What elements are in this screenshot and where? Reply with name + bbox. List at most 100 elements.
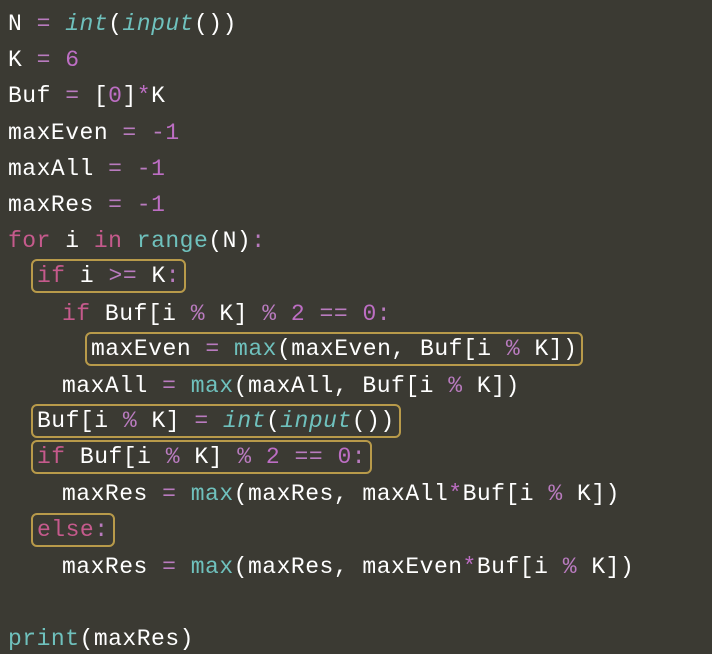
token <box>51 47 65 73</box>
highlight-box: maxEven = max(maxEven, Buf[i % K]) <box>85 332 583 366</box>
token: Buf <box>8 83 65 109</box>
code-line: maxRes = max(maxRes, maxAll*Buf[i % K]) <box>8 476 704 512</box>
token: [ <box>463 336 477 362</box>
token: , <box>334 481 348 507</box>
token: i <box>477 336 506 362</box>
token: % <box>123 408 137 434</box>
token: , <box>334 554 348 580</box>
token: input <box>280 408 352 434</box>
token: maxEven <box>8 120 122 146</box>
token: ( <box>352 408 366 434</box>
token: input <box>122 11 194 37</box>
token: : <box>377 301 391 327</box>
token <box>176 373 190 399</box>
token: - <box>151 120 165 146</box>
token: 2 <box>266 444 280 470</box>
token: if <box>62 301 91 327</box>
token: ( <box>108 11 122 37</box>
token: maxAll <box>8 156 108 182</box>
token: ) <box>620 554 634 580</box>
token: ) <box>366 408 380 434</box>
code-line: Buf = [0]*K <box>8 78 704 114</box>
token <box>209 408 223 434</box>
token: maxEven <box>291 336 391 362</box>
token: * <box>448 481 462 507</box>
token: ) <box>506 373 520 399</box>
token: ) <box>208 11 222 37</box>
token: ( <box>277 336 291 362</box>
token <box>248 301 262 327</box>
code-editor[interactable]: N = int(input()) K = 6 Buf = [0]*K maxEv… <box>0 0 712 654</box>
token: maxEven <box>348 554 462 580</box>
token: in <box>94 228 123 254</box>
token: * <box>463 554 477 580</box>
token <box>220 336 234 362</box>
token: K <box>205 301 234 327</box>
token: ( <box>234 554 248 580</box>
token: ( <box>266 408 280 434</box>
token: 1 <box>151 156 165 182</box>
token: max <box>191 373 234 399</box>
token: maxRes <box>8 192 108 218</box>
token <box>51 11 65 37</box>
code-line: maxRes = max(maxRes, maxEven*Buf[i % K]) <box>8 549 704 585</box>
token: maxRes <box>62 481 162 507</box>
highlight-box: if Buf[i % K] % 2 == 0: <box>31 440 372 474</box>
token: if <box>37 444 66 470</box>
token: i <box>520 481 549 507</box>
code-line: if Buf[i % K] % 2 == 0: <box>8 440 704 476</box>
highlight-box: Buf[i % K] = int(input()) <box>31 404 401 438</box>
code-line: K = 6 <box>8 42 704 78</box>
token: = <box>162 373 176 399</box>
token: Buf <box>66 444 123 470</box>
code-line: print(maxRes) <box>8 621 704 654</box>
code-line: if i >= K: <box>8 259 704 295</box>
token: i <box>162 301 191 327</box>
highlight-box: else: <box>31 513 115 547</box>
token: Buf <box>477 554 520 580</box>
token: : <box>251 228 265 254</box>
token: : <box>352 444 366 470</box>
token: % <box>262 301 276 327</box>
token: = <box>194 408 208 434</box>
token: [ <box>505 481 519 507</box>
token: [ <box>123 444 137 470</box>
token: * <box>137 83 151 109</box>
token: i <box>420 373 449 399</box>
token: 2 <box>291 301 305 327</box>
token <box>280 444 294 470</box>
token: = <box>162 481 176 507</box>
token: ] <box>234 301 248 327</box>
token: == <box>320 301 349 327</box>
token: Buf <box>37 408 80 434</box>
token: % <box>166 444 180 470</box>
token: i <box>51 228 94 254</box>
token: ] <box>491 373 505 399</box>
token: [ <box>80 408 94 434</box>
token: K <box>463 373 492 399</box>
highlight-box: if i >= K: <box>31 259 186 293</box>
token: - <box>137 192 151 218</box>
token: ( <box>234 481 248 507</box>
token: K <box>137 408 166 434</box>
token: 6 <box>65 47 79 73</box>
token: range <box>137 228 209 254</box>
token: K <box>180 444 209 470</box>
token: maxRes <box>248 554 334 580</box>
token: ( <box>80 626 94 652</box>
token: = <box>162 554 176 580</box>
token: % <box>448 373 462 399</box>
token: % <box>563 554 577 580</box>
token: ( <box>208 228 222 254</box>
token: , <box>391 336 405 362</box>
token: K <box>520 336 549 362</box>
code-line: else: <box>8 513 704 549</box>
token: if <box>37 263 66 289</box>
token: K <box>137 263 166 289</box>
token: ] <box>122 83 136 109</box>
code-line: if Buf[i % K] % 2 == 0: <box>8 296 704 332</box>
token: K <box>577 554 606 580</box>
token: 0 <box>362 301 376 327</box>
token: max <box>191 554 234 580</box>
token: ) <box>180 626 194 652</box>
